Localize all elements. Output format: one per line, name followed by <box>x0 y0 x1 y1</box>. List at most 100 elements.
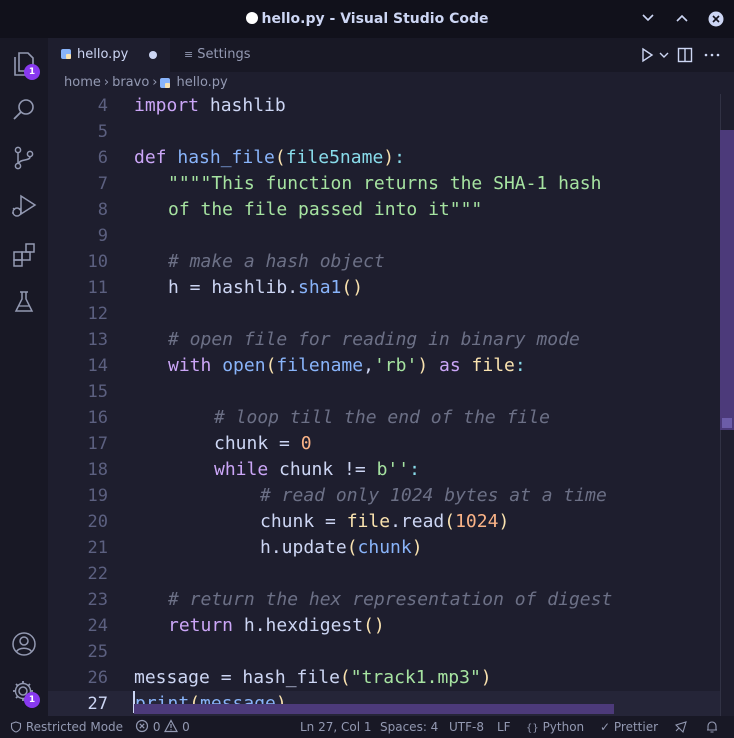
code-token: 0 <box>300 433 312 454</box>
code-token: # read only 1024 bytes at a time <box>260 485 607 506</box>
prettier-label: Prettier <box>613 720 659 734</box>
code-token: : <box>394 147 405 168</box>
testing-button[interactable] <box>8 286 40 318</box>
line-number: 13 <box>87 330 108 350</box>
code-token: file5name <box>285 147 384 168</box>
breadcrumb-file[interactable]: hello.py <box>176 75 227 90</box>
minimize-button[interactable] <box>636 7 660 31</box>
manage-settings-button[interactable]: 1 <box>8 676 40 708</box>
window-title: hello.py - Visual Studio Code <box>0 0 734 38</box>
code-token: ( <box>444 511 456 532</box>
code-token: () <box>363 615 385 636</box>
source-control-button[interactable] <box>8 142 40 174</box>
code-line[interactable]: 7 """"This function returns the SHA-1 has… <box>48 171 724 197</box>
activity-bar: 1 1 <box>0 38 48 716</box>
feedback-button[interactable] <box>674 716 688 738</box>
line-number: 21 <box>87 538 108 558</box>
breadcrumb: home › bravo › hello.py <box>48 72 734 94</box>
code-token: ) <box>417 355 429 376</box>
code-line[interactable]: 16 # loop till the end of the file <box>48 405 724 431</box>
code-line[interactable]: 19 # read only 1024 bytes at a time <box>48 483 724 509</box>
code-token: open <box>222 355 266 376</box>
explorer-badge: 1 <box>24 64 40 80</box>
tab-label: hello.py <box>77 47 129 62</box>
close-window-button[interactable] <box>704 7 728 31</box>
code-line[interactable]: 13 # open file for reading in binary mode <box>48 327 724 353</box>
line-number: 25 <box>87 642 108 662</box>
notifications-button[interactable] <box>705 716 719 738</box>
modified-dot-icon[interactable] <box>149 51 157 59</box>
encoding-item[interactable]: UTF-8 <box>449 716 484 738</box>
code-line[interactable]: 22 <box>48 561 724 587</box>
eol-item[interactable]: LF <box>497 716 511 738</box>
vertical-scrollbar-thumb[interactable] <box>720 130 734 430</box>
line-number: 12 <box>87 304 108 324</box>
restricted-mode-item[interactable]: Restricted Mode <box>10 716 123 738</box>
code-line[interactable]: 25 <box>48 639 724 665</box>
explorer-button[interactable]: 1 <box>8 48 40 80</box>
breadcrumb-home[interactable]: home <box>64 75 101 90</box>
chevron-up-icon <box>676 14 688 22</box>
code-token: h.hexdigest <box>233 615 364 636</box>
code-token: sha1 <box>298 277 342 298</box>
code-line[interactable]: 4 import hashlib <box>48 94 724 119</box>
extensions-button[interactable] <box>8 238 40 270</box>
code-token: of the file passed into it""" <box>168 199 483 220</box>
code-token: 'rb' <box>373 355 418 376</box>
line-number: 26 <box>87 668 108 688</box>
prettier-item[interactable]: ✓ Prettier <box>600 716 658 738</box>
code-line[interactable]: 15 <box>48 379 724 405</box>
title-bar: hello.py - Visual Studio Code <box>0 0 734 38</box>
code-token: # loop till the end of the file <box>214 407 550 428</box>
line-number: 4 <box>97 96 108 116</box>
accounts-button[interactable] <box>8 628 40 660</box>
code-token: ( <box>265 355 277 376</box>
code-line[interactable]: 6 def hash_file(file5name): <box>48 145 724 171</box>
code-token: """"This function returns the SHA-1 hash <box>168 173 602 194</box>
line-number: 16 <box>87 408 108 428</box>
code-token: ) <box>498 511 510 532</box>
code-line[interactable]: 24 return h.hexdigest() <box>48 613 724 639</box>
restricted-mode-label: Restricted Mode <box>25 720 124 734</box>
language-mode-item[interactable]: {} Python <box>526 716 584 738</box>
problems-item[interactable]: 0 0 <box>135 716 190 738</box>
code-line[interactable]: 10 # make a hash object <box>48 249 724 275</box>
tab-settings[interactable]: ≡ Settings <box>170 38 270 72</box>
code-token: .read <box>390 511 445 532</box>
code-line[interactable]: 9 <box>48 223 724 249</box>
cursor-position-item[interactable]: Ln 27, Col 1 <box>300 716 372 738</box>
line-number: 14 <box>87 356 108 376</box>
line-number: 8 <box>97 200 108 220</box>
code-line[interactable]: 23 # return the hex representation of dig… <box>48 587 724 613</box>
breadcrumb-bravo[interactable]: bravo <box>112 75 149 90</box>
language-label: Python <box>542 720 585 734</box>
code-line[interactable]: 8 of the file passed into it""" <box>48 197 724 223</box>
code-line[interactable]: 11 h = hashlib.sha1() <box>48 275 724 301</box>
horizontal-scrollbar-thumb[interactable] <box>134 704 614 714</box>
code-line[interactable]: 21 h.update(chunk) <box>48 535 724 561</box>
maximize-button[interactable] <box>670 7 694 31</box>
feedback-icon <box>674 721 687 734</box>
code-token: ) <box>383 147 395 168</box>
status-bar: Restricted Mode 0 0 Ln 27, Col 1 Spaces:… <box>0 716 734 738</box>
code-token: ) <box>411 537 423 558</box>
code-token: ) <box>480 667 492 688</box>
code-line[interactable]: 20 chunk = file.read(1024) <box>48 509 724 535</box>
code-line[interactable]: 12 <box>48 301 724 327</box>
run-debug-icon <box>12 194 37 217</box>
code-token: # open file for reading in binary mode <box>168 329 580 350</box>
code-line[interactable]: 17 chunk = 0 <box>48 431 724 457</box>
code-editor[interactable]: 4 import hashlib 5 6 def hash_file(file5na… <box>48 94 734 716</box>
indentation-item[interactable]: Spaces: 4 <box>380 716 438 738</box>
warning-count: 0 <box>182 720 190 734</box>
code-token: h.update <box>260 537 347 558</box>
more-actions-button[interactable] <box>700 43 724 67</box>
run-debug-button[interactable] <box>8 190 40 222</box>
tab-hello-py[interactable]: hello.py <box>48 38 170 72</box>
search-button[interactable] <box>8 94 40 126</box>
code-line[interactable]: 26 message = hash_file("track1.mp3") <box>48 665 724 691</box>
split-editor-button[interactable] <box>673 43 697 67</box>
code-line[interactable]: 18 while chunk != b'': <box>48 457 724 483</box>
code-line[interactable]: 14 with open(filename,'rb') as file: <box>48 353 724 379</box>
code-line[interactable]: 5 <box>48 119 724 145</box>
